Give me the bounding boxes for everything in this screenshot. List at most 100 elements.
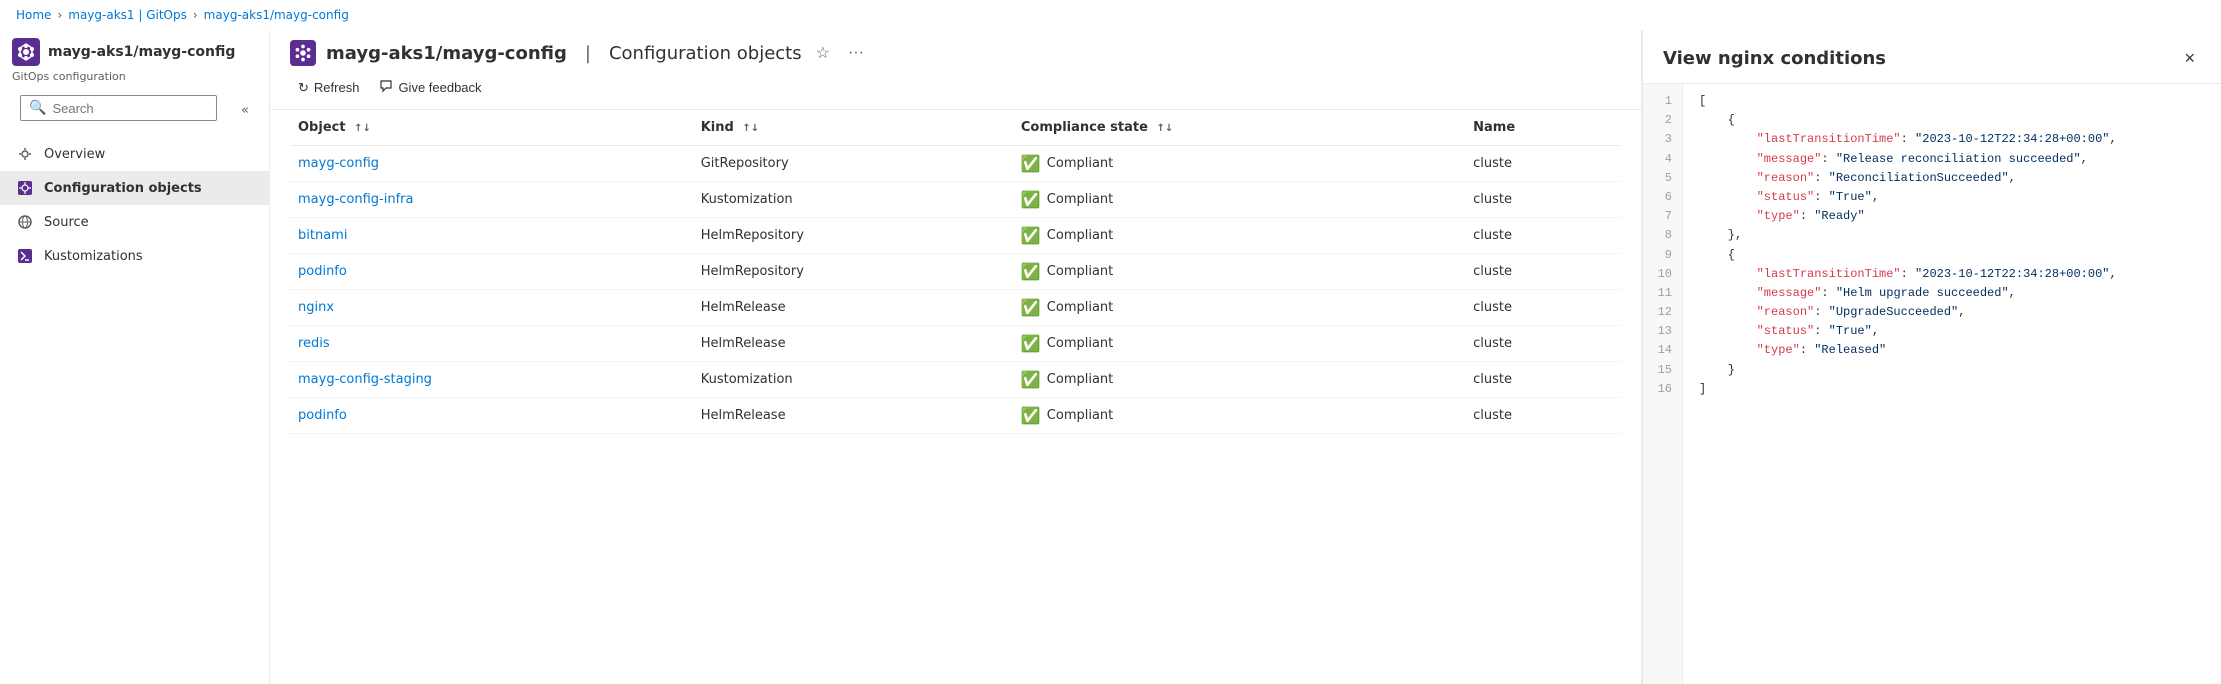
check-icon: ✅ (1021, 154, 1041, 173)
compliance-badge: ✅Compliant (1021, 334, 1457, 353)
code-token: "reason" (1757, 171, 1815, 185)
close-panel-button[interactable]: × (2178, 46, 2201, 71)
col-compliance-sort-icon: ↑↓ (1156, 123, 1173, 134)
code-line: "type": "Released" (1699, 341, 2205, 360)
table-row: nginx HelmRelease ✅Compliant cluste (290, 290, 1621, 326)
code-line: } (1699, 361, 2205, 380)
code-token: "lastTransitionTime" (1757, 267, 1901, 281)
code-token: , (2009, 171, 2016, 185)
more-options-button[interactable]: ··· (844, 42, 868, 64)
code-token: "ReconciliationSucceeded" (1829, 171, 2009, 185)
code-token: "True" (1829, 324, 1872, 338)
favorite-button[interactable]: ☆ (812, 41, 834, 65)
sidebar-item-source-label: Source (44, 215, 89, 230)
main-content: mayg-aks1/mayg-config | Configuration ob… (270, 30, 1641, 684)
code-token: "Released" (1814, 343, 1886, 357)
line-number: 5 (1643, 169, 1682, 188)
object-link[interactable]: mayg-config-infra (298, 192, 413, 207)
compliance-badge: ✅ Compliant (1021, 406, 1457, 425)
code-token: "status" (1757, 324, 1815, 338)
sidebar-item-config-objects-label: Configuration objects (44, 181, 202, 196)
line-number: 6 (1643, 188, 1682, 207)
kind-cell: HelmRelease (693, 326, 1013, 362)
code-token: }, (1699, 228, 1742, 242)
page-title-resource: mayg-aks1/mayg-config (326, 43, 567, 64)
name-cell: cluste (1465, 218, 1621, 254)
sidebar-item-source[interactable]: Source (0, 205, 269, 239)
kind-cell: GitRepository (693, 146, 1013, 182)
code-line: }, (1699, 226, 2205, 245)
collapse-sidebar-button[interactable]: « (231, 96, 259, 124)
refresh-icon: ↻ (298, 80, 309, 96)
breadcrumb-cluster[interactable]: mayg-aks1 | GitOps (68, 8, 187, 22)
code-token: { (1699, 113, 1735, 127)
code-token: : (1901, 132, 1915, 146)
object-link[interactable]: mayg-config (298, 156, 379, 171)
kind-cell: HelmRepository (693, 218, 1013, 254)
sidebar-item-kustomizations[interactable]: Kustomizations (0, 239, 269, 273)
line-number: 13 (1643, 322, 1682, 341)
line-number: 14 (1643, 341, 1682, 360)
line-number: 1 (1643, 92, 1682, 111)
breadcrumb: Home › mayg-aks1 | GitOps › mayg-aks1/ma… (0, 0, 2221, 30)
table-row: redis HelmRelease ✅Compliant cluste (290, 326, 1621, 362)
code-token: "UpgradeSucceeded" (1829, 305, 1959, 319)
line-number: 8 (1643, 226, 1682, 245)
object-link[interactable]: mayg-config-staging (298, 372, 432, 387)
col-object[interactable]: Object ↑↓ (290, 110, 693, 146)
code-token: "type" (1757, 343, 1800, 357)
check-icon: ✅ (1021, 406, 1041, 425)
side-panel-title: View nginx conditions (1663, 48, 1886, 69)
kind-cell: Kustomization (693, 362, 1013, 398)
col-kind-sort-icon: ↑↓ (742, 123, 759, 134)
code-token: , (2009, 286, 2016, 300)
breadcrumb-config[interactable]: mayg-aks1/mayg-config (204, 8, 349, 22)
kind-cell: Kustomization (693, 182, 1013, 218)
object-link[interactable]: redis (298, 336, 330, 351)
code-token: , (2109, 267, 2116, 281)
compliance-label: Compliant (1047, 372, 1113, 387)
col-compliance[interactable]: Compliance state ↑↓ (1013, 110, 1465, 146)
col-kind[interactable]: Kind ↑↓ (693, 110, 1013, 146)
feedback-label: Give feedback (398, 80, 481, 95)
code-token: "2023-10-12T22:34:28+00:00" (1915, 132, 2109, 146)
code-token: , (2081, 152, 2088, 166)
object-link[interactable]: podinfo (298, 264, 347, 279)
check-icon: ✅ (1021, 370, 1041, 389)
line-number: 16 (1643, 380, 1682, 399)
compliance-badge: ✅Compliant (1021, 190, 1457, 209)
object-link[interactable]: nginx (298, 300, 334, 315)
table-row: bitnami HelmRepository ✅Compliant cluste (290, 218, 1621, 254)
object-link[interactable]: podinfo (298, 408, 347, 423)
code-line: "lastTransitionTime": "2023-10-12T22:34:… (1699, 130, 2205, 149)
object-link[interactable]: bitnami (298, 228, 347, 243)
sidebar-nav: Overview Configuration objects Source Ku… (0, 137, 269, 273)
refresh-button[interactable]: ↻ Refresh (290, 75, 367, 101)
line-number: 4 (1643, 150, 1682, 169)
code-token: , (1872, 324, 1879, 338)
config-icon (16, 179, 34, 197)
sidebar-item-config-objects[interactable]: Configuration objects (0, 171, 269, 205)
compliance-label: Compliant (1047, 408, 1113, 423)
table-row: mayg-config GitRepository ✅Compliant clu… (290, 146, 1621, 182)
page-title-separator: | (585, 43, 591, 64)
code-token: : (1814, 171, 1828, 185)
compliance-badge: ✅Compliant (1021, 262, 1457, 281)
line-number: 15 (1643, 361, 1682, 380)
feedback-button[interactable]: Give feedback (371, 74, 489, 101)
code-line: "type": "Ready" (1699, 207, 2205, 226)
line-number: 7 (1643, 207, 1682, 226)
sidebar-item-overview[interactable]: Overview (0, 137, 269, 171)
line-number: 12 (1643, 303, 1682, 322)
search-input[interactable] (52, 101, 208, 116)
breadcrumb-home[interactable]: Home (16, 8, 51, 22)
code-token: : (1814, 305, 1828, 319)
table-container: Object ↑↓ Kind ↑↓ Compliance state ↑↓ (270, 110, 1641, 684)
code-token: "message" (1757, 286, 1822, 300)
code-line: "status": "True", (1699, 322, 2205, 341)
code-token: , (1958, 305, 1965, 319)
kustomize-icon (16, 247, 34, 265)
compliance-badge: ✅Compliant (1021, 226, 1457, 245)
line-number: 11 (1643, 284, 1682, 303)
compliance-label: Compliant (1047, 156, 1113, 171)
